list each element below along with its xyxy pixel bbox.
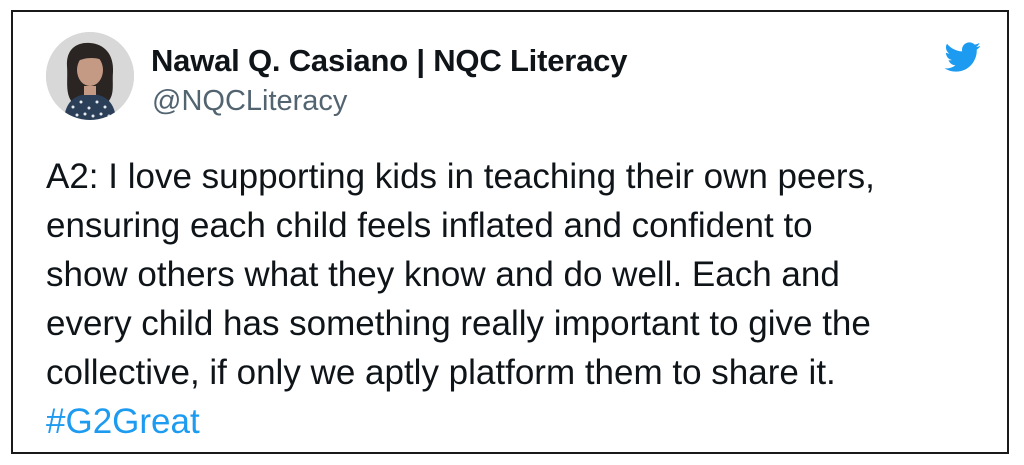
- tweet-text-line-2: ensuring each child feels inflated and c…: [46, 206, 813, 245]
- tweet-text-line-3: show others what they know and do well. …: [46, 255, 840, 294]
- avatar[interactable]: [46, 32, 134, 120]
- tweet-text: A2: I love supporting kids in teaching t…: [46, 152, 1006, 446]
- tweet-text-line-1: A2: I love supporting kids in teaching t…: [46, 157, 875, 196]
- twitter-bird-icon[interactable]: [939, 38, 985, 76]
- tweet-text-line-4: every child has something really importa…: [46, 304, 871, 343]
- author-name[interactable]: Nawal Q. Casiano | NQC Literacy: [151, 43, 627, 79]
- avatar-image: [46, 32, 134, 120]
- hashtag-link[interactable]: #G2Great: [46, 397, 1006, 446]
- tweet-text-line-5: collective, if only we aptly platform th…: [46, 353, 836, 392]
- author-handle[interactable]: @NQCLiteracy: [152, 85, 347, 118]
- tweet-card: Nawal Q. Casiano | NQC Literacy @NQCLite…: [11, 10, 1009, 454]
